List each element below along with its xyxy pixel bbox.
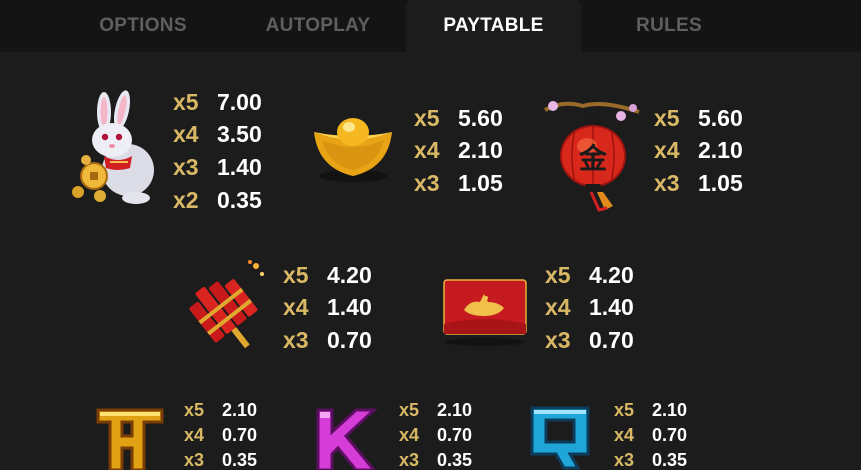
payout-value: 1.40 <box>217 153 262 180</box>
pay-row: x5 2.10 <box>184 398 257 423</box>
tab-paytable[interactable]: PAYTABLE <box>406 0 581 52</box>
multiplier: x4 <box>545 294 571 321</box>
multiplier: x3 <box>614 450 635 470</box>
payout-value: 0.35 <box>222 450 258 470</box>
pay-row: x5 4.20 <box>283 259 372 292</box>
payout-value: 3.50 <box>217 121 262 148</box>
lantern-icon: 金 <box>544 101 640 212</box>
gold-ingot-icon <box>314 118 392 182</box>
multiplier: x3 <box>399 450 420 470</box>
paylist-lantern: x5 5.60 x4 2.10 x3 1.05 <box>654 102 743 200</box>
pay-row: x3 1.05 <box>414 167 503 200</box>
payout-value: 7.00 <box>217 88 262 115</box>
tab-autoplay[interactable]: AUTOPLAY <box>233 0 403 52</box>
payout-value: 2.10 <box>222 400 258 420</box>
multiplier: x4 <box>414 137 440 164</box>
multiplier: x5 <box>399 400 420 420</box>
payout-value: 2.10 <box>458 137 503 164</box>
payout-value: 1.40 <box>327 294 372 321</box>
payout-value: 1.40 <box>589 294 634 321</box>
payout-value: 0.35 <box>217 186 262 213</box>
pay-row: x4 3.50 <box>173 119 262 152</box>
multiplier: x5 <box>173 88 199 115</box>
multiplier: x3 <box>545 326 571 353</box>
multiplier: x3 <box>173 153 199 180</box>
pay-row: x3 1.05 <box>654 167 743 200</box>
paylist-letter-q: x5 2.10 x4 0.70 x3 0.35 <box>614 398 687 470</box>
payout-value: 4.20 <box>589 261 634 288</box>
pay-row: x4 1.40 <box>545 292 634 325</box>
pay-row: x5 4.20 <box>545 259 634 292</box>
pay-row: x5 7.00 <box>173 86 262 119</box>
multiplier: x5 <box>654 104 680 131</box>
tab-bar: OPTIONS AUTOPLAY PAYTABLE RULES <box>0 0 861 52</box>
pay-row: x5 5.60 <box>414 102 503 135</box>
multiplier: x5 <box>283 261 309 288</box>
multiplier: x3 <box>283 326 309 353</box>
multiplier: x4 <box>173 121 199 148</box>
payout-value: 0.70 <box>327 326 372 353</box>
multiplier: x4 <box>283 294 309 321</box>
payout-value: 0.70 <box>652 425 688 445</box>
multiplier: x3 <box>184 450 205 470</box>
multiplier: x5 <box>614 400 635 420</box>
payout-value: 0.35 <box>652 450 688 470</box>
payout-value: 2.10 <box>698 137 743 164</box>
pay-row: x4 0.70 <box>184 423 257 448</box>
letter-q-icon <box>530 406 590 470</box>
payout-value: 0.70 <box>589 326 634 353</box>
paylist-letter-a: x5 2.10 x4 0.70 x3 0.35 <box>184 398 257 470</box>
multiplier: x2 <box>173 186 199 213</box>
pay-row: x3 0.35 <box>399 448 472 470</box>
red-envelope-icon <box>443 279 527 346</box>
pay-row: x4 0.70 <box>399 423 472 448</box>
paylist-rabbit: x5 7.00 x4 3.50 x3 1.40 x2 0.35 <box>173 86 262 216</box>
svg-text:金: 金 <box>578 142 608 175</box>
multiplier: x4 <box>399 425 420 445</box>
multiplier: x4 <box>654 137 680 164</box>
pay-row: x3 0.70 <box>283 324 372 357</box>
payout-value: 1.05 <box>698 169 743 196</box>
pay-row: x5 5.60 <box>654 102 743 135</box>
payout-value: 4.20 <box>327 261 372 288</box>
multiplier: x5 <box>414 104 440 131</box>
multiplier: x3 <box>414 169 440 196</box>
multiplier: x3 <box>654 169 680 196</box>
payout-value: 2.10 <box>652 400 688 420</box>
pay-row: x4 1.40 <box>283 292 372 325</box>
letter-a-icon <box>96 408 164 470</box>
pay-row: x5 2.10 <box>614 398 687 423</box>
payout-value: 0.70 <box>437 425 473 445</box>
letter-k-icon <box>316 408 378 470</box>
tab-rules[interactable]: RULES <box>584 0 754 52</box>
pay-row: x5 2.10 <box>399 398 472 423</box>
payout-value: 1.05 <box>458 169 503 196</box>
pay-row: x3 0.35 <box>184 448 257 470</box>
payout-value: 5.60 <box>458 104 503 131</box>
pay-row: x3 0.35 <box>614 448 687 470</box>
pay-row: x3 0.70 <box>545 324 634 357</box>
multiplier: x5 <box>545 261 571 288</box>
multiplier: x5 <box>184 400 205 420</box>
pay-row: x2 0.35 <box>173 184 262 217</box>
payout-value: 5.60 <box>698 104 743 131</box>
pay-row: x4 2.10 <box>414 135 503 168</box>
payout-value: 2.10 <box>437 400 473 420</box>
multiplier: x4 <box>614 425 635 445</box>
pay-row: x4 2.10 <box>654 135 743 168</box>
paylist-red-envelope: x5 4.20 x4 1.40 x3 0.70 <box>545 259 634 357</box>
paylist-gold-ingot: x5 5.60 x4 2.10 x3 1.05 <box>414 102 503 200</box>
payout-value: 0.70 <box>222 425 258 445</box>
firecracker-icon <box>189 260 264 349</box>
paylist-firecracker: x5 4.20 x4 1.40 x3 0.70 <box>283 259 372 357</box>
pay-row: x4 0.70 <box>614 423 687 448</box>
rabbit-icon <box>72 90 154 204</box>
tab-options[interactable]: OPTIONS <box>58 0 228 52</box>
paylist-letter-k: x5 2.10 x4 0.70 x3 0.35 <box>399 398 472 470</box>
payout-value: 0.35 <box>437 450 473 470</box>
multiplier: x4 <box>184 425 205 445</box>
pay-row: x3 1.40 <box>173 151 262 184</box>
